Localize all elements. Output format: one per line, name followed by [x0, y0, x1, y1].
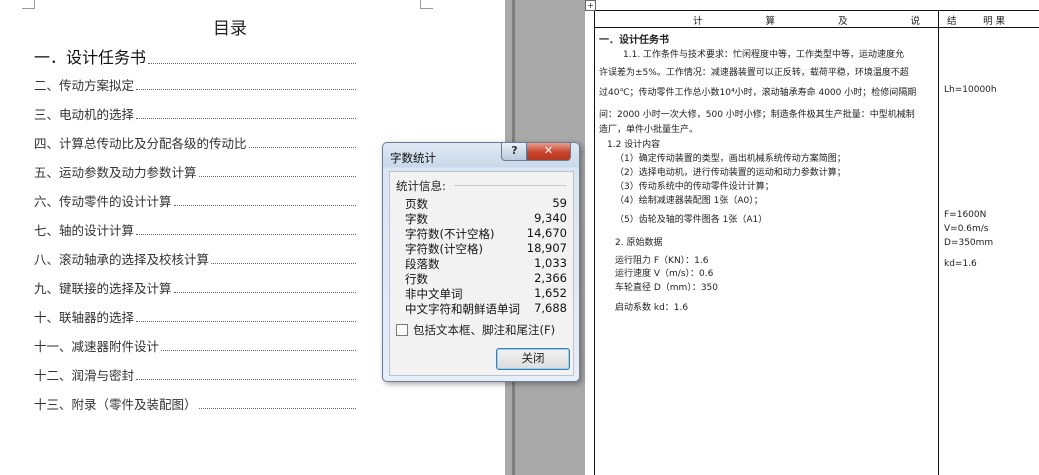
- toc-entry[interactable]: 十三、附录（零件及装配图）: [34, 394, 356, 413]
- table-border-top: [594, 10, 1039, 11]
- stat-label: 中文字符和朝鲜语单词: [405, 302, 520, 316]
- result-value: V=0.6m/s: [944, 224, 989, 234]
- toc-leader: [136, 233, 356, 235]
- toc-leader: [173, 291, 356, 293]
- body-line: 运行阻力 F（KN）：1.6: [615, 256, 709, 266]
- toc-leader: [173, 204, 356, 206]
- stat-row: 行数 2,366: [405, 271, 567, 287]
- body-line: 2. 原始数据: [615, 238, 663, 248]
- close-button[interactable]: 关闭: [496, 348, 570, 370]
- body-line: 造厂，单件小批量生产。: [599, 125, 699, 135]
- toc-leader: [161, 349, 356, 351]
- toc-entry[interactable]: 三、电动机的选择: [34, 104, 356, 123]
- group-divider: [454, 185, 566, 186]
- body-line: 过40℃；传动零件工作总小数10⁴小时，滚动轴承寿命 4000 小时；检修间隔期: [599, 88, 917, 98]
- table-border-middle: [938, 10, 939, 475]
- stat-row: 非中文单词 1,652: [405, 286, 567, 302]
- stat-row: 中文字符和朝鲜语单词 7,688: [405, 301, 567, 317]
- toc-entry[interactable]: 七、轴的设计计算: [34, 220, 356, 239]
- body-line: （1）确定传动装置的类型，画出机械系统传动方案简图；: [615, 154, 846, 164]
- body-line: 运行速度 V（m/s）：0.6: [615, 269, 714, 279]
- close-icon[interactable]: ✕: [526, 143, 571, 161]
- body-line: 1.1. 工作条件与技术要求：忙闲程度中等，工作类型中等，运动速度允: [623, 50, 905, 60]
- result-value: F=1600N: [944, 210, 987, 220]
- toc-entry[interactable]: 九、键联接的选择及计算: [34, 278, 356, 297]
- toc-entry[interactable]: 十二、润滑与密封: [34, 365, 356, 384]
- stat-value: 59: [552, 196, 567, 210]
- toc-leader: [136, 378, 356, 380]
- toc-leader: [136, 320, 356, 322]
- stat-value: 18,907: [526, 241, 567, 255]
- toc-entry[interactable]: 二、传动方案拟定: [34, 75, 356, 94]
- crop-mark-tl: [22, 0, 35, 9]
- stat-row: 页数 59: [405, 196, 567, 212]
- toc-leader: [136, 117, 356, 119]
- toc-entry[interactable]: 一．设计任务书: [34, 44, 356, 68]
- stat-value: 1,033: [534, 256, 567, 270]
- include-footnotes-option[interactable]: 包括文本框、脚注和尾注(F): [396, 322, 555, 338]
- stat-label: 行数: [405, 272, 428, 286]
- body-line: （3）传动系统中的传动零件设计计算；: [615, 182, 774, 192]
- header-result: 结 果: [947, 16, 1024, 27]
- toc-entry[interactable]: 四、计算总传动比及分配各级的传动比: [34, 133, 356, 152]
- body-line: （4）绘制减速器装配图 1张（A0）；: [615, 196, 763, 206]
- stat-row: 字符数(计空格) 18,907: [405, 241, 567, 257]
- stat-label: 字符数(不计空格): [405, 227, 495, 241]
- body-line: 车轮直径 D（mm）：350: [615, 283, 719, 293]
- toc-leader: [248, 146, 356, 148]
- section-title: 一．设计任务书: [599, 35, 669, 46]
- toc-leader: [198, 175, 356, 177]
- dialog-title: 字数统计: [390, 151, 436, 165]
- stat-value: 1,652: [534, 286, 567, 300]
- toc-leader: [148, 62, 356, 64]
- table-move-handle-icon[interactable]: +: [585, 0, 596, 11]
- body-line: （2）选择电动机，进行传动装置的运动和动力参数计算；: [615, 168, 846, 178]
- stat-value: 7,688: [534, 301, 567, 315]
- crop-mark-tr: [420, 0, 433, 9]
- stat-value: 9,340: [534, 211, 567, 225]
- toc-entry[interactable]: 六、传动零件的设计计算: [34, 191, 356, 210]
- help-button[interactable]: ?: [501, 143, 528, 161]
- result-value: Lh=10000h: [944, 85, 997, 95]
- toc-entry[interactable]: 五、运动参数及动力参数计算: [34, 162, 356, 181]
- stat-value: 2,366: [534, 271, 567, 285]
- include-label: 包括文本框、脚注和尾注(F): [413, 323, 556, 337]
- stat-row: 字符数(不计空格) 14,670: [405, 226, 567, 242]
- result-value: kd=1.6: [944, 259, 977, 269]
- toc-entry[interactable]: 十一、减速器附件设计: [34, 336, 356, 355]
- toc-leader: [136, 88, 356, 90]
- body-line: 间：2000 小时一次大修，500 小时小修；制造条件极其生产批量：中型机械制: [599, 110, 915, 120]
- stat-label: 字数: [405, 212, 428, 226]
- toc-entry[interactable]: 八、滚动轴承的选择及校核计算: [34, 249, 356, 268]
- stat-label: 非中文单词: [405, 287, 463, 301]
- toc-entry[interactable]: 十、联轴器的选择: [34, 307, 356, 326]
- toc-leader: [198, 407, 356, 409]
- table-header-rule: [594, 27, 1039, 28]
- result-value: D=350mm: [944, 238, 994, 248]
- body-line: 许误差为±5%。工作情况：减速器装置可以正反转，载荷平稳，环境温度不超: [599, 68, 909, 78]
- stat-label: 段落数: [405, 257, 440, 271]
- stat-row: 字数 9,340: [405, 211, 567, 227]
- toc-leader: [211, 262, 356, 264]
- stat-label: 页数: [405, 197, 428, 211]
- word-count-dialog: 字数统计 ? ✕ 统计信息: 页数 59 字数 9,340 字符数(不计空格) 14,…: [382, 142, 580, 382]
- toc-title: 目录: [213, 19, 247, 39]
- include-checkbox[interactable]: [396, 324, 408, 336]
- stat-label: 字符数(计空格): [405, 242, 483, 256]
- body-line: （5）齿轮及轴的零件图各 1张（A1）: [615, 215, 768, 225]
- body-line: 1.2 设计内容: [607, 140, 661, 150]
- right-document-page: 计 算 及 说 明 结 果 一．设计任务书 1.1. 工作条件与技术要求：忙闲程…: [585, 0, 1039, 475]
- stat-value: 14,670: [526, 226, 567, 240]
- table-border-left: [594, 10, 595, 475]
- body-line: 启动系数 kd：1.6: [615, 303, 689, 313]
- stat-row: 段落数 1,033: [405, 256, 567, 272]
- stats-group-label: 统计信息:: [396, 179, 446, 193]
- dialog-body: 统计信息: 页数 59 字数 9,340 字符数(不计空格) 14,670 字符数(计…: [389, 171, 574, 376]
